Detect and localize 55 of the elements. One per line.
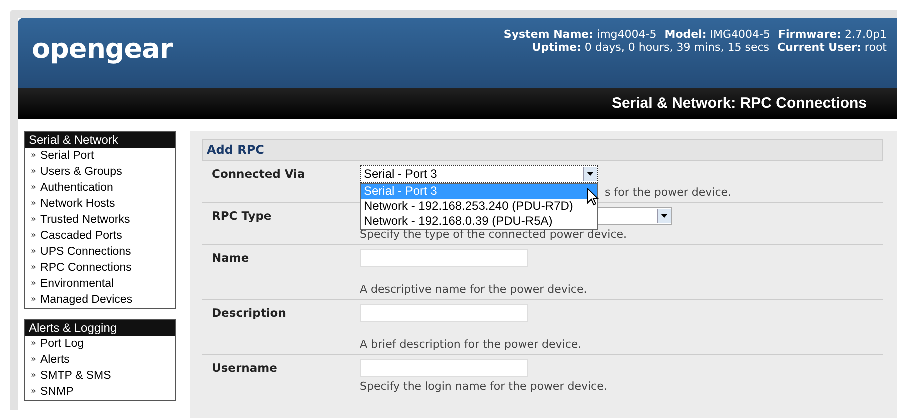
bullet-icon: » [31, 292, 37, 308]
sidebar-link[interactable]: Users & Groups [40, 166, 122, 178]
sidebar-link[interactable]: SMTP & SMS [40, 370, 112, 382]
field-label: Username [212, 360, 278, 377]
dropdown-option[interactable]: Network - 192.168.0.39 (PDU-R5A) [361, 214, 597, 229]
bullet-icon: » [31, 228, 37, 244]
help-text: A descriptive name for the power device. [360, 283, 588, 297]
sidebar-link[interactable]: Trusted Networks [40, 214, 130, 226]
help-text: A brief description for the power device. [360, 338, 583, 352]
system-info-text: Model: IMG4004-5 [664, 28, 770, 41]
caret-icon [657, 209, 671, 223]
input-field[interactable] [360, 304, 528, 322]
field-label: Description [212, 305, 288, 322]
section-header: Add RPC [202, 139, 883, 161]
bullet-icon: » [31, 244, 37, 260]
field-label: Connected Via [212, 166, 306, 183]
help-text: Specify the type of the connected power device. [360, 228, 628, 242]
bullet-icon: » [31, 368, 37, 384]
sidebar-link[interactable]: Managed Devices [40, 294, 133, 306]
sidebar-link[interactable]: Cascaded Ports [40, 230, 122, 242]
input-field[interactable] [360, 359, 528, 377]
field-label: RPC Type [212, 208, 273, 225]
bullet-icon: » [31, 180, 37, 196]
sidebar-link[interactable]: Network Hosts [40, 198, 116, 210]
menu-heading: Alerts & Logging [25, 320, 175, 336]
system-info-text: Firmware: 2.7.0p1 [778, 28, 887, 41]
bullet-icon: » [31, 260, 37, 276]
sidebar-link[interactable]: Environmental [40, 278, 114, 290]
sidebar-link[interactable]: Authentication [40, 182, 114, 194]
bullet-icon: » [31, 212, 37, 228]
menu-heading: Serial & Network [25, 132, 175, 148]
help-text: Specify the login name for the power device. [360, 380, 608, 394]
logo: opengear [32, 34, 173, 67]
dropdown[interactable]: Serial - Port 3 [360, 165, 598, 183]
system-info-text: Uptime: 0 days, 0 hours, 39 mins, 15 secs [532, 41, 770, 54]
system-info-text: Current User: root [778, 41, 887, 54]
input-field[interactable] [360, 249, 528, 267]
bullet-icon: » [31, 336, 37, 352]
sidebar-link[interactable]: Port Log [40, 338, 84, 350]
page-title: Serial & Network: RPC Connections [612, 95, 867, 112]
bullet-icon: » [31, 384, 37, 400]
sidebar-link[interactable]: UPS Connections [40, 246, 132, 258]
bullet-icon: » [31, 276, 37, 292]
sidebar-link[interactable]: Serial Port [40, 150, 94, 162]
sidebar-link[interactable]: RPC Connections [40, 262, 132, 274]
sidebar-link[interactable]: Alerts [40, 354, 70, 366]
bullet-icon: » [31, 148, 37, 164]
system-info-text: System Name: img4004-5 [504, 28, 657, 41]
field-label: Name [212, 250, 250, 267]
help-text: s for the power device. [605, 186, 733, 200]
sidebar-link[interactable]: SNMP [40, 386, 74, 398]
bullet-icon: » [31, 164, 37, 180]
bullet-icon: » [31, 196, 37, 212]
caret-icon [583, 167, 597, 181]
bullet-icon: » [31, 352, 37, 368]
